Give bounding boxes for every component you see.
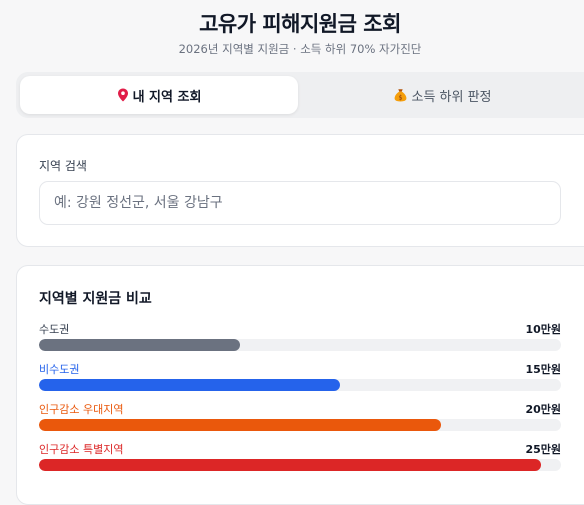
bar-region-name: 비수도권: [39, 363, 80, 376]
comparison-card: 지역별 지원금 비교 수도권 10만원 비수도권 15만원 인구감소 우대지역 …: [16, 265, 584, 505]
bar-row: 인구감소 우대지역 20만원: [39, 401, 561, 431]
bar-track: [39, 339, 561, 351]
comparison-title: 지역별 지원금 비교: [39, 291, 152, 307]
bar-row: 비수도권 15만원: [39, 361, 561, 391]
money-bag-icon: $: [394, 88, 407, 102]
tab-my-region[interactable]: 내 지역 조회: [20, 76, 298, 114]
bar-track: [39, 419, 561, 431]
bar-amount: 10만원: [525, 323, 561, 336]
page-subtitle: 2026년 지역별 지원금 · 소득 하위 70% 자가진단: [178, 42, 422, 56]
map-pin-icon: [117, 88, 129, 102]
bar-row: 수도권 10만원: [39, 321, 561, 351]
tab-label: 내 지역 조회: [132, 89, 202, 105]
bar-fill: [39, 379, 341, 391]
tab-income-check[interactable]: $ 소득 하위 판정: [304, 76, 582, 114]
bar-amount: 20만원: [525, 403, 561, 416]
bar-region-name: 인구감소 특별지역: [39, 443, 124, 456]
bar-amount: 25만원: [525, 443, 561, 456]
svg-text:$: $: [399, 95, 403, 102]
page-title: 고유가 피해지원금 조회: [199, 12, 401, 36]
tab-label: 소득 하위 판정: [411, 89, 492, 105]
search-label: 지역 검색: [39, 159, 87, 173]
search-card: 지역 검색: [16, 134, 584, 247]
region-search-input[interactable]: [39, 181, 561, 225]
bar-region-name: 인구감소 우대지역: [39, 403, 124, 416]
bar-amount: 15만원: [525, 363, 561, 376]
bar-track: [39, 459, 561, 471]
bar-region-name: 수도권: [39, 323, 70, 336]
bar-track: [39, 379, 561, 391]
bar-fill: [39, 459, 541, 471]
bar-fill: [39, 339, 240, 351]
bar-fill: [39, 419, 441, 431]
tab-bar: 내 지역 조회 $ 소득 하위 판정: [16, 72, 584, 118]
bar-row: 인구감소 특별지역 25만원: [39, 441, 561, 471]
